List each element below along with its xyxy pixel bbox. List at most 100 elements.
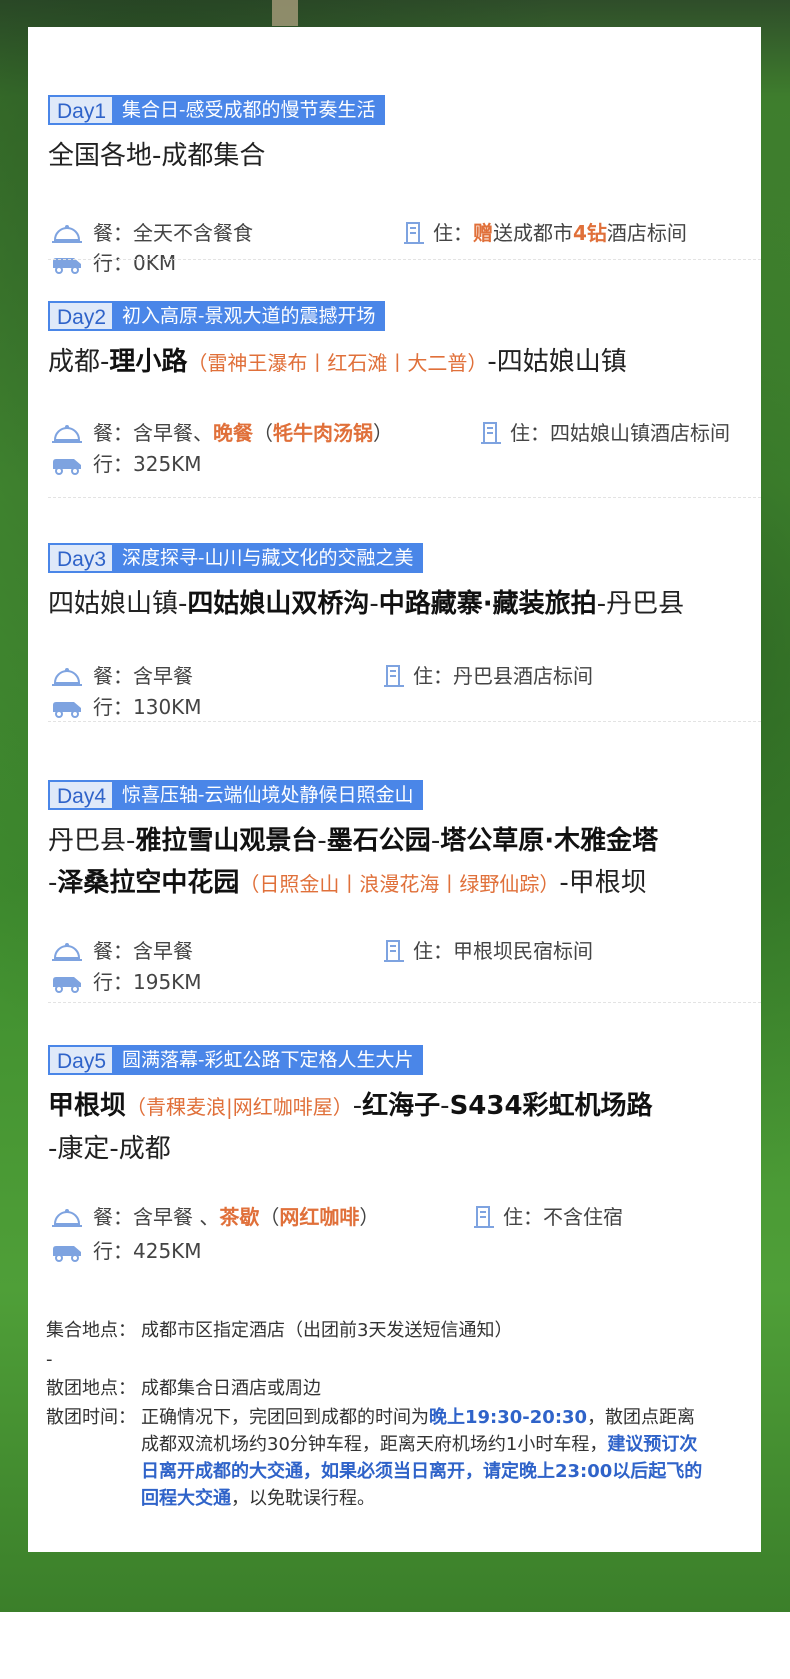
meal-row: 餐：全天不含餐食 住：赠送成都市4钻酒店标间 [48,218,761,248]
stay-highlight: 赠 [473,221,493,245]
route-highlight: 理小路 [109,347,188,377]
day-title: 深度探寻-山川与藏文化的交融之美 [122,547,414,569]
route-text: - [430,826,441,856]
building-icon [481,422,501,444]
route-sights: （日照金山丨浪漫花海丨绿野仙踪） [239,872,560,896]
meal-row: 餐：含早餐、晚餐（牦牛肉汤锅） 住：四姑娘山镇酒店标间 [48,418,761,448]
road [272,0,298,26]
route-text: -四姑娘山镇 [487,347,627,377]
note-value: 成都市区指定酒店（出团前3天发送短信通知） [141,1320,513,1341]
meal-value: 全天不含餐食 [133,221,253,245]
meal-label: 餐： [93,664,133,688]
route-sights: （青稞麦浪|网红咖啡屋） [126,1095,353,1119]
day-title: 初入高原-景观大道的震撼开场 [122,305,376,327]
building-icon [474,1206,494,1228]
route-text: -康定-成都 [48,1134,171,1164]
note-value: 成都集合日酒店或周边 [141,1378,321,1399]
travel-row: 行：325KM [48,449,761,479]
meal-label: 餐： [93,421,133,445]
day-header: Day4 惊喜压轴-云端仙境处静候日照金山 [48,780,424,810]
note-label: 散团时间： [46,1407,136,1428]
day-title: 惊喜压轴-云端仙境处静候日照金山 [122,784,414,806]
route-text: - [352,1091,363,1121]
note-text: ，以免耽误行程。 [231,1488,375,1509]
route-text: 丹巴县- [48,826,136,856]
day-number: Day5 [48,1045,113,1075]
building-icon [404,222,424,244]
stay-label: 住： [433,221,473,245]
route-text: 四姑娘山镇- [48,589,188,619]
travel-value: 195KM [133,970,202,994]
stay-label: 住： [413,939,453,963]
meal-highlight: 晚餐 [213,421,253,445]
travel-value: 0KM [133,251,177,275]
travel-label: 行： [93,452,133,476]
meal-highlight: 牦牛肉汤锅 [273,421,373,445]
divider [48,497,761,498]
day-header: Day3 深度探寻-山川与藏文化的交融之美 [48,543,424,573]
day-route: 成都-理小路（雷神王瀑布丨红石滩丨大二普）-四姑娘山镇 [48,341,721,384]
divider [48,721,761,722]
travel-row: 行：130KM [48,692,761,722]
dining-cloche-icon [52,225,82,243]
note-highlight: 晚上19:30-20:30 [429,1407,588,1428]
meal-label: 餐： [93,1205,133,1229]
route-text: - [440,1091,450,1121]
dining-cloche-icon [52,425,82,443]
travel-value: 325KM [133,452,202,476]
stay-label: 住： [503,1205,543,1229]
travel-row: 行：425KM [48,1236,761,1266]
meal-value: 含早餐 、 [133,1205,220,1229]
route-highlight: 甲根坝 [48,1091,127,1121]
route-highlight: S434彩虹机场路 [449,1091,653,1121]
car-icon [53,977,81,993]
meal-value: ） [359,1205,380,1229]
stay-value: 丹巴县酒店标间 [453,664,593,688]
stay-label: 住： [510,421,550,445]
meal-row: 餐：含早餐 住：丹巴县酒店标间 [48,661,761,691]
meal-label: 餐： [93,221,133,245]
meal-highlight: 网红咖啡 [279,1205,360,1229]
itinerary-card: Day1 集合日-感受成都的慢节奏生活 全国各地-成都集合 餐：全天不含餐食 住… [28,27,761,1552]
travel-value: 130KM [133,695,202,719]
route-text: 成都- [48,347,110,377]
day-title: 集合日-感受成都的慢节奏生活 [122,99,376,121]
route-highlight: 塔公草原·木雅金塔 [440,826,659,856]
meal-value: 含早餐 [133,939,193,963]
note-text: 正确情况下，完团回到成都的时间为 [141,1407,429,1428]
route-text: - [48,868,58,898]
note-value: 正确情况下，完团回到成都的时间为晚上19:30-20:30，散团点距离成都双流机… [141,1404,711,1512]
travel-row: 行：0KM [48,248,761,278]
route-text: - [317,826,327,856]
route-highlight: 墨石公园 [326,826,431,856]
stay-text: 酒店标间 [606,221,687,245]
route-text: - [369,589,379,619]
meal-value: ） [373,421,393,445]
meal-label: 餐： [93,939,133,963]
note-label: 集合地点： [46,1320,136,1341]
meal-value: （ [259,1205,280,1229]
route-text: 全国各地-成都集合 [48,141,266,171]
building-icon [384,665,404,687]
day-route: 全国各地-成都集合 [48,135,721,177]
car-icon [53,258,81,274]
travel-value: 425KM [133,1239,202,1263]
dining-cloche-icon [52,668,82,686]
note-dash: - [46,1349,53,1370]
stay-label: 住： [413,664,453,688]
stay-value: 四姑娘山镇酒店标间 [550,421,730,445]
travel-label: 行： [93,970,133,994]
day-route: 丹巴县-雅拉雪山观景台-墨石公园-塔公草原·木雅金塔 -泽桑拉空中花园（日照金山丨… [48,820,721,905]
divider [48,259,761,260]
route-highlight: 红海子 [362,1091,441,1121]
car-icon [53,1246,81,1262]
travel-label: 行： [93,695,133,719]
dining-cloche-icon [52,943,82,961]
meal-value: 含早餐 [133,664,193,688]
stay-value: 甲根坝民宿标间 [453,939,593,963]
day-number: Day2 [48,301,113,331]
day-number: Day3 [48,543,113,573]
gather-row: 集合地点： 成都市区指定酒店（出团前3天发送短信通知） [46,1317,512,1344]
car-icon [53,459,81,475]
travel-row: 行：195KM [48,967,761,997]
